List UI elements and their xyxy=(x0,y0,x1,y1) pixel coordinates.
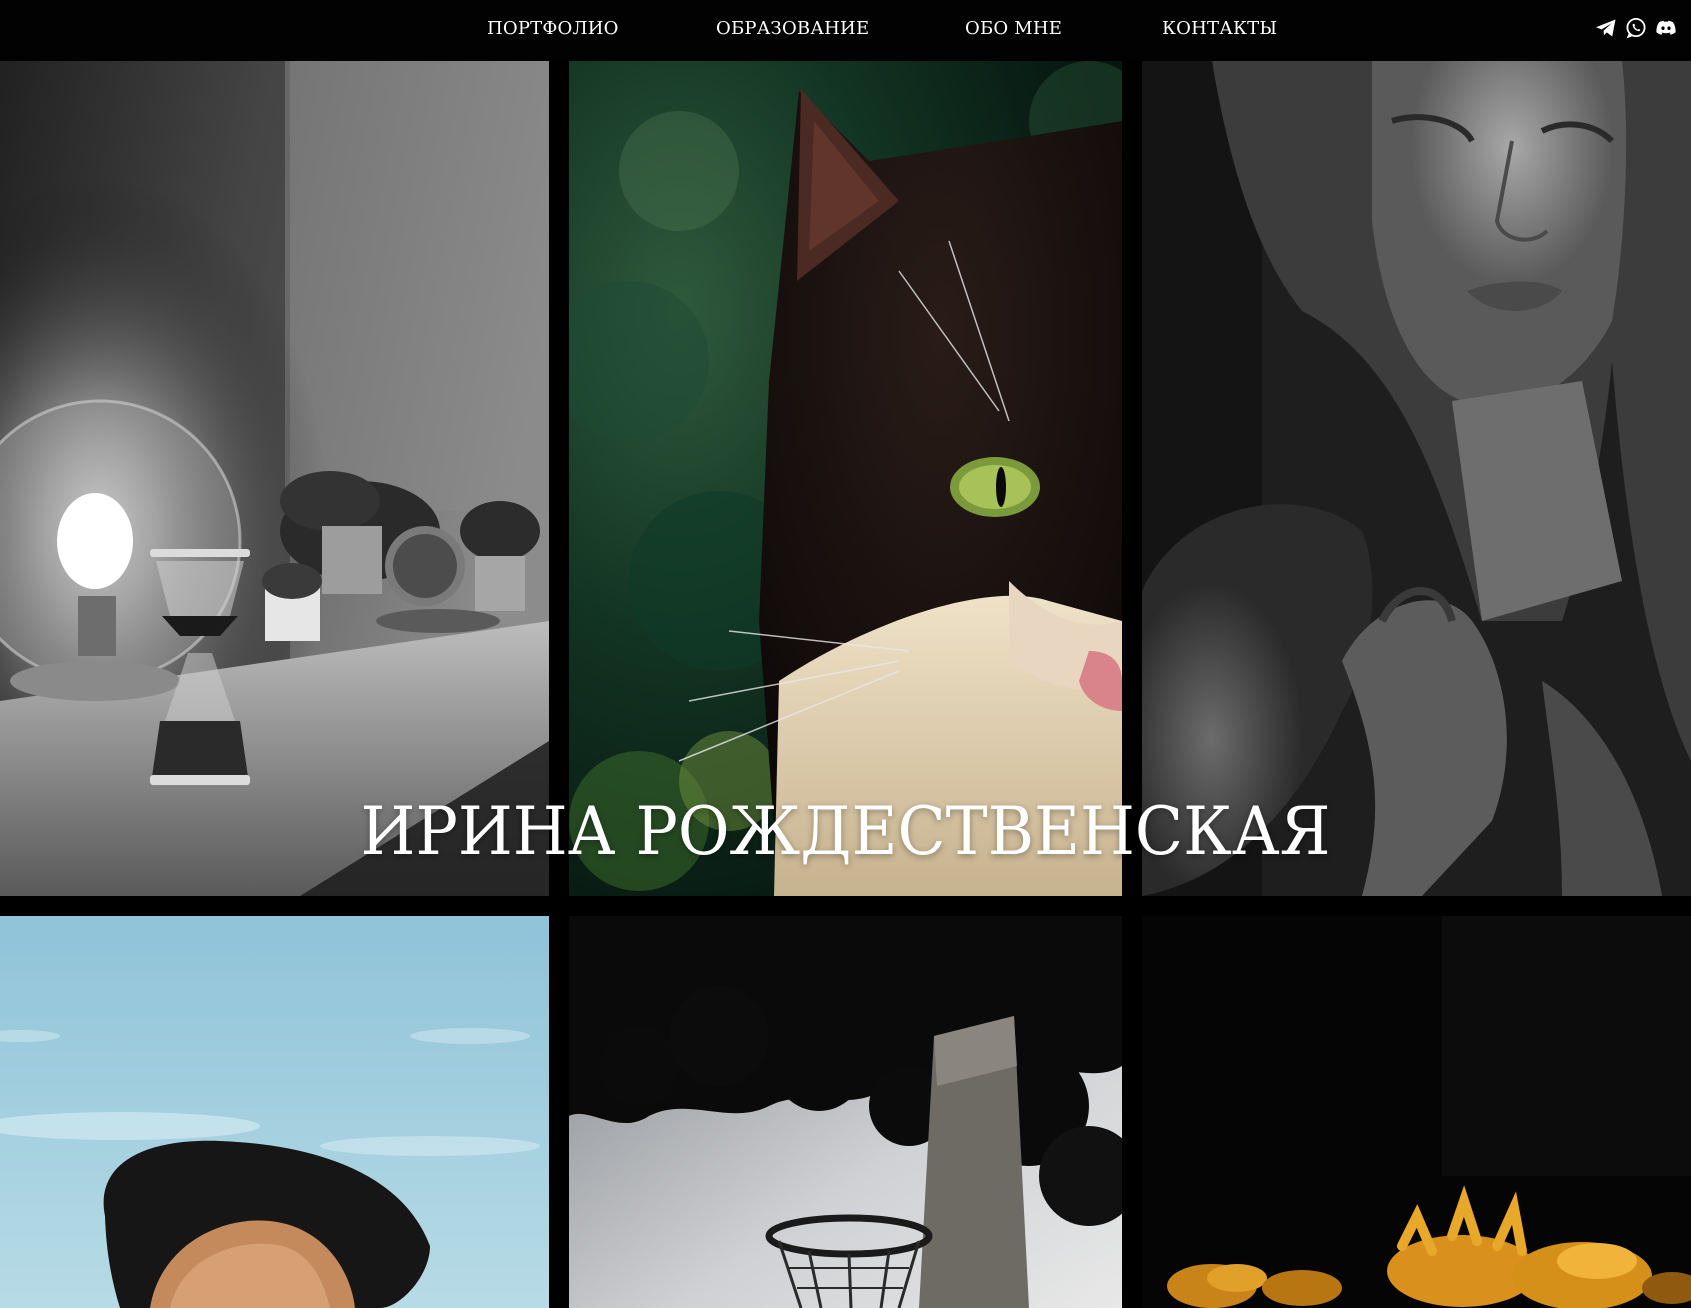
portfolio-photo-basketball-hoop[interactable] xyxy=(569,916,1122,1308)
portfolio-photo-cat[interactable] xyxy=(569,61,1122,896)
nav-link-portfolio[interactable]: ПОРТФОЛИО xyxy=(487,18,619,39)
portfolio-photo-woman-portrait[interactable] xyxy=(1142,61,1691,896)
nav-link-contacts[interactable]: КОНТАКТЫ xyxy=(1162,18,1277,39)
nav-link-education[interactable]: ОБРАЗОВАНИЕ xyxy=(716,18,869,39)
whatsapp-icon[interactable] xyxy=(1624,16,1648,40)
discord-icon[interactable] xyxy=(1654,16,1678,40)
portfolio-photo-lamp-hourglass[interactable] xyxy=(0,61,549,896)
portfolio-photo-flowers[interactable] xyxy=(1142,916,1691,1308)
telegram-icon[interactable] xyxy=(1594,16,1618,40)
top-navigation-bar: ПОРТФОЛИО ОБРАЗОВАНИЕ ОБО МНЕ КОНТАКТЫ xyxy=(0,0,1691,61)
portfolio-photo-woman-hat[interactable] xyxy=(0,916,549,1308)
nav-link-about[interactable]: ОБО МНЕ xyxy=(965,18,1062,39)
portfolio-page: ПОРТФОЛИО ОБРАЗОВАНИЕ ОБО МНЕ КОНТАКТЫ И… xyxy=(0,0,1691,1308)
